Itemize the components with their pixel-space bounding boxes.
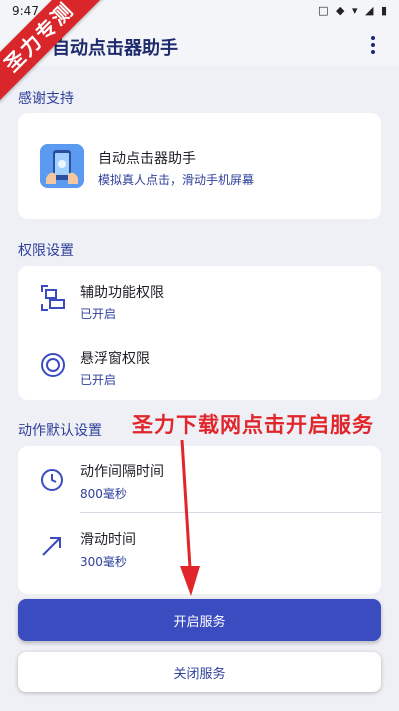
accessibility-scan-icon [40, 284, 66, 312]
thanks-card[interactable]: 自动点击器助手 模拟真人点击，滑动手机屏幕 [18, 113, 381, 219]
more-dot-icon [371, 43, 375, 47]
clock-icon [40, 468, 64, 492]
divider [80, 512, 381, 513]
section-title-defaults: 动作默认设置 [18, 423, 102, 439]
permissions-card: 辅助功能权限 已开启 悬浮窗权限 已开启 [18, 266, 381, 400]
permission-status: 已开启 [80, 373, 117, 387]
start-service-button[interactable]: 开启服务 [18, 599, 381, 641]
more-dot-icon [371, 50, 375, 54]
thanks-subtitle: 模拟真人点击，滑动手机屏幕 [98, 173, 255, 187]
arrow-diagonal-icon [40, 534, 64, 558]
floating-circle-icon [40, 352, 66, 378]
more-dot-icon [371, 36, 375, 40]
setting-title: 动作间隔时间 [80, 464, 164, 480]
stop-service-button[interactable]: 关闭服务 [18, 652, 381, 692]
overlay-arrow-icon [180, 439, 200, 596]
thanks-title: 自动点击器助手 [98, 151, 196, 167]
section-title-thanks: 感谢支持 [18, 91, 74, 107]
more-options-button[interactable] [362, 32, 384, 58]
permission-title: 辅助功能权限 [80, 285, 164, 301]
setting-value: 300毫秒 [80, 555, 127, 569]
permission-title: 悬浮窗权限 [80, 351, 150, 367]
permission-row-floating[interactable]: 悬浮窗权限 已开启 [18, 334, 381, 400]
overlay-annotation: 圣力下载网点击开启服务 [132, 413, 374, 437]
section-title-permissions: 权限设置 [18, 243, 74, 259]
setting-value: 800毫秒 [80, 487, 127, 501]
app-logo-icon [40, 144, 84, 188]
setting-title: 滑动时间 [80, 532, 136, 548]
app-title: 自动点击器助手 [52, 38, 178, 59]
permission-status: 已开启 [80, 307, 117, 321]
permission-row-accessibility[interactable]: 辅助功能权限 已开启 [18, 266, 381, 332]
status-icons: □ ◆ ▾ ◢ ▮ [318, 4, 389, 17]
